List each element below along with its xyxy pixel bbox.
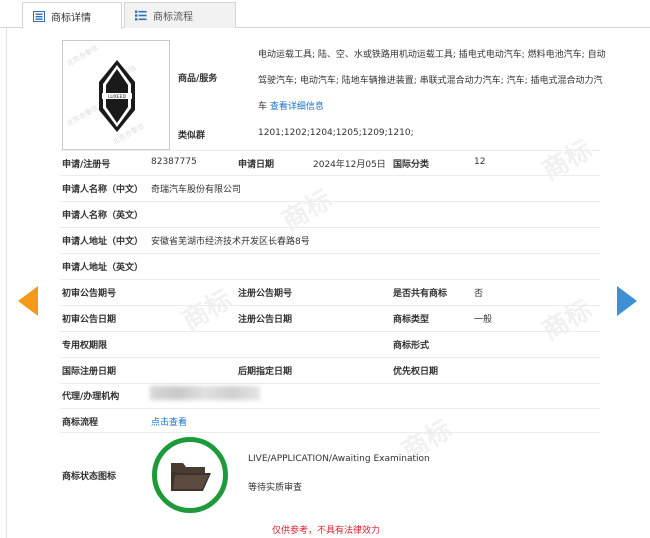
- reg-no-value: 82387775: [151, 157, 197, 167]
- status-ring: [152, 437, 228, 513]
- goods-text: 电动运载工具; 陆、空、水或铁路用机动运载工具; 插电式电动汽车; 燃料电池汽车…: [258, 42, 610, 120]
- goods-label: 商品/服务: [178, 74, 218, 84]
- exclusive-period-label: 专用权期限: [62, 341, 108, 351]
- process-label: 商标流程: [62, 418, 99, 428]
- tm-form-label: 商标形式: [393, 341, 430, 351]
- prelim-pub-date-label: 初审公告日期: [62, 315, 117, 325]
- reg-pub-date-label: 注册公告日期: [238, 315, 293, 325]
- reg-no-label: 申请/注册号: [62, 160, 111, 170]
- shared-label: 是否共有商标: [393, 289, 448, 299]
- list-icon: [135, 10, 147, 21]
- similar-group-label: 类似群: [178, 131, 206, 141]
- prelim-pub-no-label: 初审公告期号: [62, 289, 117, 299]
- next-arrow-icon[interactable]: [617, 286, 637, 316]
- intl-class-value: 12: [474, 157, 486, 167]
- divider: [60, 432, 600, 433]
- view-process-link[interactable]: 点击查看: [151, 415, 187, 428]
- status-icon-label: 商标状态图标: [62, 472, 117, 482]
- similar-group-value: 1201;1202;1204;1205;1209;1210;: [258, 128, 414, 138]
- applicant-en-label: 申请人名称（英文）: [62, 211, 144, 221]
- apply-date-value: 2024年12月05日: [313, 160, 386, 170]
- divider: [60, 279, 600, 280]
- logo-watermark: 北京合泰信: [65, 43, 100, 69]
- agent-value-redacted: [150, 386, 260, 400]
- divider: [60, 383, 600, 384]
- apply-date-label: 申请日期: [238, 160, 275, 170]
- tab-label: 商标详情: [51, 12, 91, 24]
- address-en-label: 申请人地址（英文）: [62, 263, 144, 273]
- tab-trademark-detail[interactable]: 商标详情: [22, 2, 122, 29]
- address-cn-value: 安徽省芜湖市经济技术开发区长春路8号: [151, 237, 310, 247]
- tab-trademark-process[interactable]: 商标流程: [124, 2, 236, 28]
- divider: [60, 253, 600, 254]
- luxeed-logo: LUXEED: [99, 60, 135, 132]
- later-designation-label: 后期指定日期: [238, 367, 293, 377]
- previous-arrow-icon[interactable]: [18, 286, 38, 316]
- logo-text: LUXEED: [108, 94, 126, 100]
- priority-date-label: 优先权日期: [393, 367, 439, 377]
- divider: [60, 175, 600, 176]
- divider: [60, 408, 600, 409]
- open-folder-icon: [171, 463, 211, 491]
- status-chinese: 等待实质审查: [248, 483, 303, 493]
- intl-reg-date-label: 国际注册日期: [62, 367, 117, 377]
- document-icon: [33, 10, 45, 22]
- reg-pub-no-label: 注册公告期号: [238, 289, 293, 299]
- shared-value: 否: [474, 289, 484, 299]
- tab-label: 商标流程: [153, 12, 193, 23]
- agent-label: 代理/办理机构: [62, 392, 120, 402]
- address-cn-label: 申请人地址（中文）: [62, 237, 144, 247]
- tab-bar: 商标详情 商标流程: [0, 0, 650, 29]
- divider: [60, 357, 600, 358]
- tm-type-value: 一般: [474, 315, 493, 325]
- divider: [60, 227, 600, 228]
- logo-watermark: 北京合泰信: [65, 103, 100, 129]
- applicant-cn-label: 申请人名称（中文）: [62, 185, 144, 195]
- tm-type-label: 商标类型: [393, 315, 430, 325]
- divider: [60, 150, 600, 151]
- status-english: LIVE/APPLICATION/Awaiting Examination: [248, 454, 430, 464]
- view-details-link[interactable]: 查看详细信息: [270, 102, 324, 112]
- divider: [60, 305, 600, 306]
- disclaimer-text: 仅供参考，不具有法律效力: [272, 526, 381, 536]
- applicant-cn-value: 奇瑞汽车股份有限公司: [151, 185, 242, 195]
- divider: [60, 331, 600, 332]
- divider: [60, 201, 600, 202]
- trademark-image: 北京合泰信 北京合泰信 北京合泰信 北京合泰信 LUXEED: [62, 40, 170, 150]
- intl-class-label: 国际分类: [393, 160, 430, 170]
